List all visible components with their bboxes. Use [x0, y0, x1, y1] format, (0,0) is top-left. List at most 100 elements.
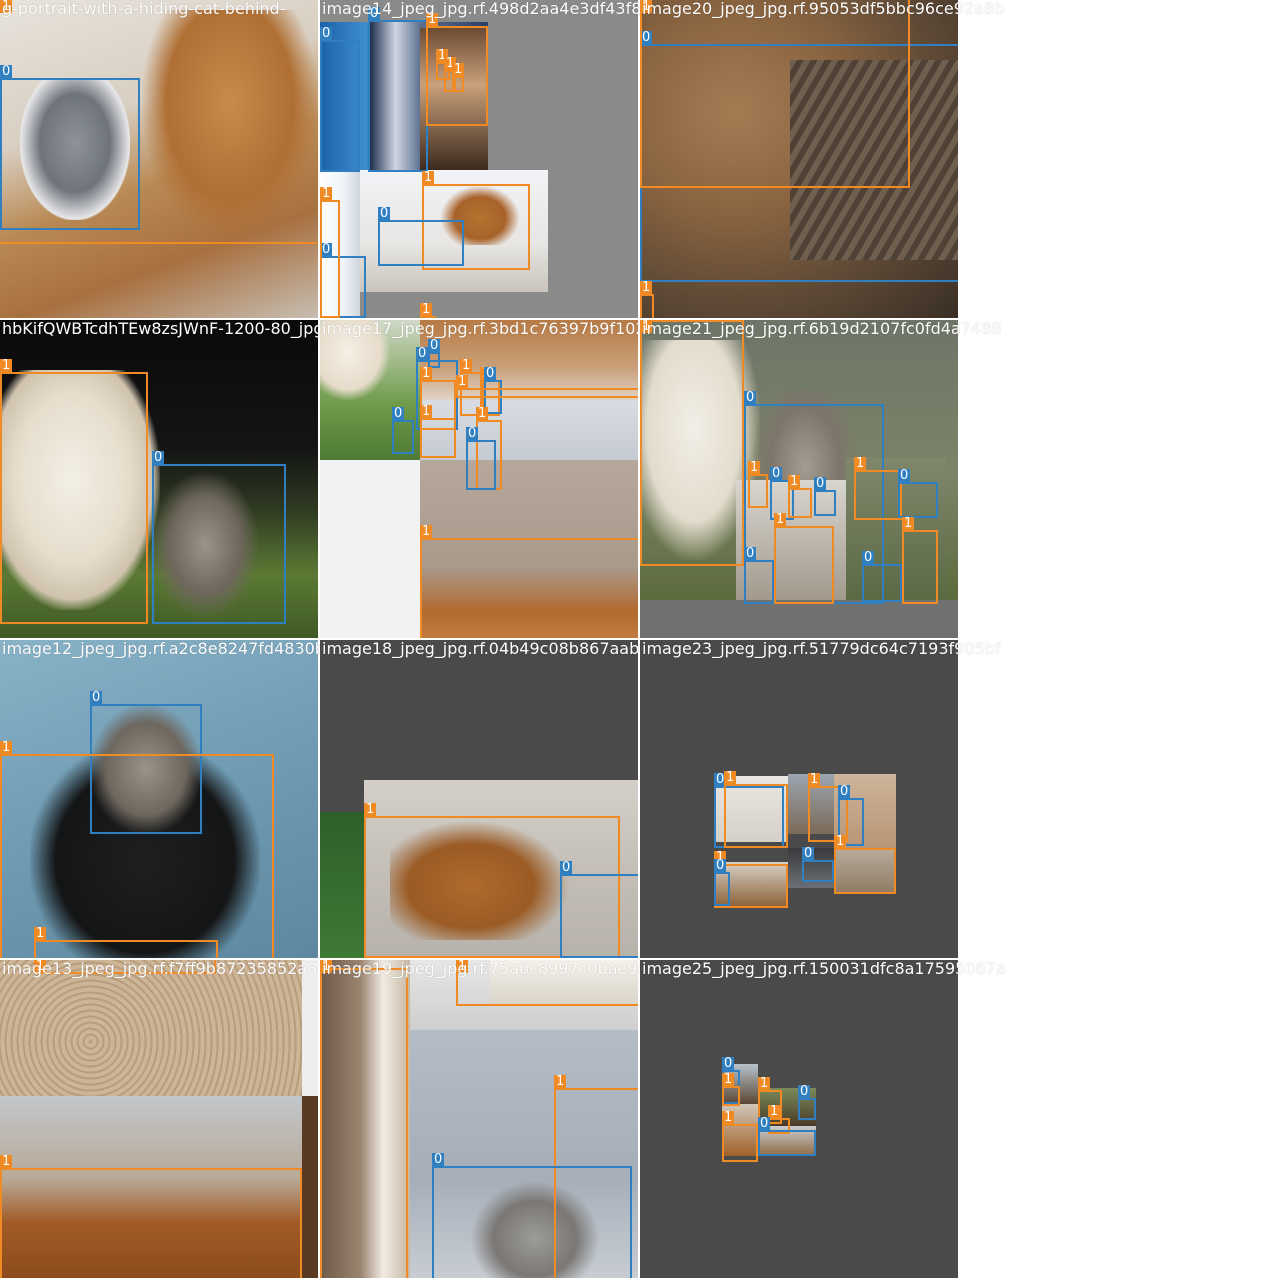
mosaic-tile: 001110101011	[320, 320, 638, 638]
class-label-tag: 0	[898, 468, 911, 483]
bounding-box-class-1	[788, 488, 812, 518]
class-label-tag: 0	[744, 546, 757, 561]
bounding-box-class-0	[368, 20, 428, 172]
class-label-tag: 1	[722, 1110, 735, 1125]
bounding-box-class-1	[320, 968, 408, 1278]
class-label-tag: 1	[834, 834, 847, 849]
class-label-tag: 0	[432, 1152, 445, 1167]
mosaic-tile: 01	[0, 0, 318, 318]
class-label-tag: 1	[456, 374, 469, 389]
photo-region	[320, 460, 420, 638]
bounding-box-class-1	[34, 940, 218, 958]
class-label-tag: 1	[420, 524, 433, 539]
class-label-tag: 0	[416, 346, 429, 361]
bounding-box-class-1	[34, 960, 216, 974]
class-label-tag: 0	[368, 6, 381, 21]
class-label-tag: 0	[466, 426, 479, 441]
class-label-tag: 1	[320, 960, 333, 974]
photo-region	[302, 1096, 318, 1278]
class-label-tag: 1	[476, 406, 489, 421]
bounding-box-class-1	[640, 294, 654, 318]
class-label-tag: 0	[802, 846, 815, 861]
class-label-tag: 0	[722, 1056, 735, 1071]
class-label-tag: 1	[420, 404, 433, 419]
class-label-tag: 0	[814, 476, 827, 491]
class-label-tag: 0	[392, 406, 405, 421]
class-label-tag: 0	[90, 690, 103, 705]
bounding-box-class-0	[758, 1130, 816, 1156]
class-label-tag: 0	[770, 466, 783, 481]
bounding-box-class-0	[798, 1098, 816, 1120]
bounding-box-class-0	[432, 1166, 632, 1278]
class-label-tag: 0	[378, 206, 391, 221]
class-label-tag: 1	[420, 302, 433, 317]
photo-region	[0, 960, 302, 1096]
class-label-tag: 0	[744, 390, 757, 405]
bounding-box-class-0	[320, 40, 360, 172]
class-label-tag: 1	[748, 460, 761, 475]
class-label-tag: 1	[724, 770, 737, 785]
class-label-tag: 0	[152, 450, 165, 465]
class-label-tag: 0	[838, 784, 851, 799]
class-label-tag: 1	[422, 170, 435, 185]
class-label-tag: 0	[428, 338, 441, 353]
class-label-tag: 1	[0, 1154, 13, 1169]
class-label-tag: 1	[460, 358, 473, 373]
class-label-tag: 1	[640, 320, 653, 334]
bounding-box-class-1	[640, 0, 910, 188]
mosaic-tile: 1 1 1 0	[320, 960, 638, 1278]
bounding-box-class-0	[744, 560, 774, 604]
class-label-tag: 1	[364, 802, 377, 817]
class-label-tag: 0	[484, 366, 497, 381]
class-label-tag: 1	[758, 1076, 771, 1091]
bounding-box-class-0	[378, 220, 464, 266]
bounding-box-class-0	[814, 490, 836, 516]
class-label-tag: 1	[426, 12, 439, 27]
bounding-box-class-0	[862, 564, 902, 602]
class-label-tag: 1	[0, 0, 13, 14]
class-label-tag: 0	[714, 858, 727, 873]
mosaic-tile: 101010101001	[640, 320, 958, 638]
mosaic-tile: 10	[0, 320, 318, 638]
class-label-tag: 1	[34, 926, 47, 941]
bounding-box-class-1	[456, 388, 638, 398]
class-label-tag: 1	[320, 186, 333, 201]
class-label-tag: 0	[862, 550, 875, 565]
class-label-tag: 1	[34, 960, 47, 974]
bounding-box-class-0	[714, 872, 730, 906]
class-label-tag: 1	[774, 512, 787, 527]
bounding-box-class-1	[722, 1124, 758, 1162]
bounding-box-class-0	[560, 874, 638, 958]
class-label-tag: 1	[640, 280, 653, 295]
bounding-box-class-1	[0, 0, 318, 244]
class-label-tag: 1	[0, 358, 13, 373]
class-label-tag: 1	[420, 366, 433, 381]
class-label-tag: 1	[554, 1074, 567, 1089]
bounding-box-class-0	[466, 440, 496, 490]
bounding-box-class-1	[320, 200, 340, 318]
photo-region	[302, 960, 318, 1096]
bounding-box-class-1	[0, 1168, 302, 1278]
bounding-box-class-1	[0, 372, 148, 624]
mosaic-tile: 011	[640, 0, 958, 318]
class-label-tag: 1	[722, 1072, 735, 1087]
bounding-box-class-1	[452, 76, 464, 92]
bounding-box-class-0	[392, 420, 414, 454]
class-label-tag: 0	[758, 1116, 771, 1131]
bounding-box-class-1	[456, 960, 638, 1006]
bounding-box-class-1	[902, 530, 938, 604]
bounding-box-class-1	[854, 470, 902, 520]
photo-region	[320, 320, 390, 400]
bounding-box-class-1	[774, 526, 834, 604]
class-label-tag: 0	[798, 1084, 811, 1099]
mosaic-tile: 11	[0, 960, 318, 1278]
class-label-tag: 1	[456, 960, 469, 974]
bounding-box-class-1	[640, 320, 744, 566]
annotated-image-mosaic: 0 1 g-portrait-with-a-hiding-cat-behind- 0 0…	[0, 0, 1280, 1280]
class-label-tag: 1	[452, 62, 465, 77]
class-label-tag: 0	[560, 860, 573, 875]
class-label-tag: 1	[902, 516, 915, 531]
bounding-box-class-0	[802, 860, 834, 882]
class-label-tag: 1	[788, 474, 801, 489]
bounding-box-class-1	[834, 848, 896, 894]
